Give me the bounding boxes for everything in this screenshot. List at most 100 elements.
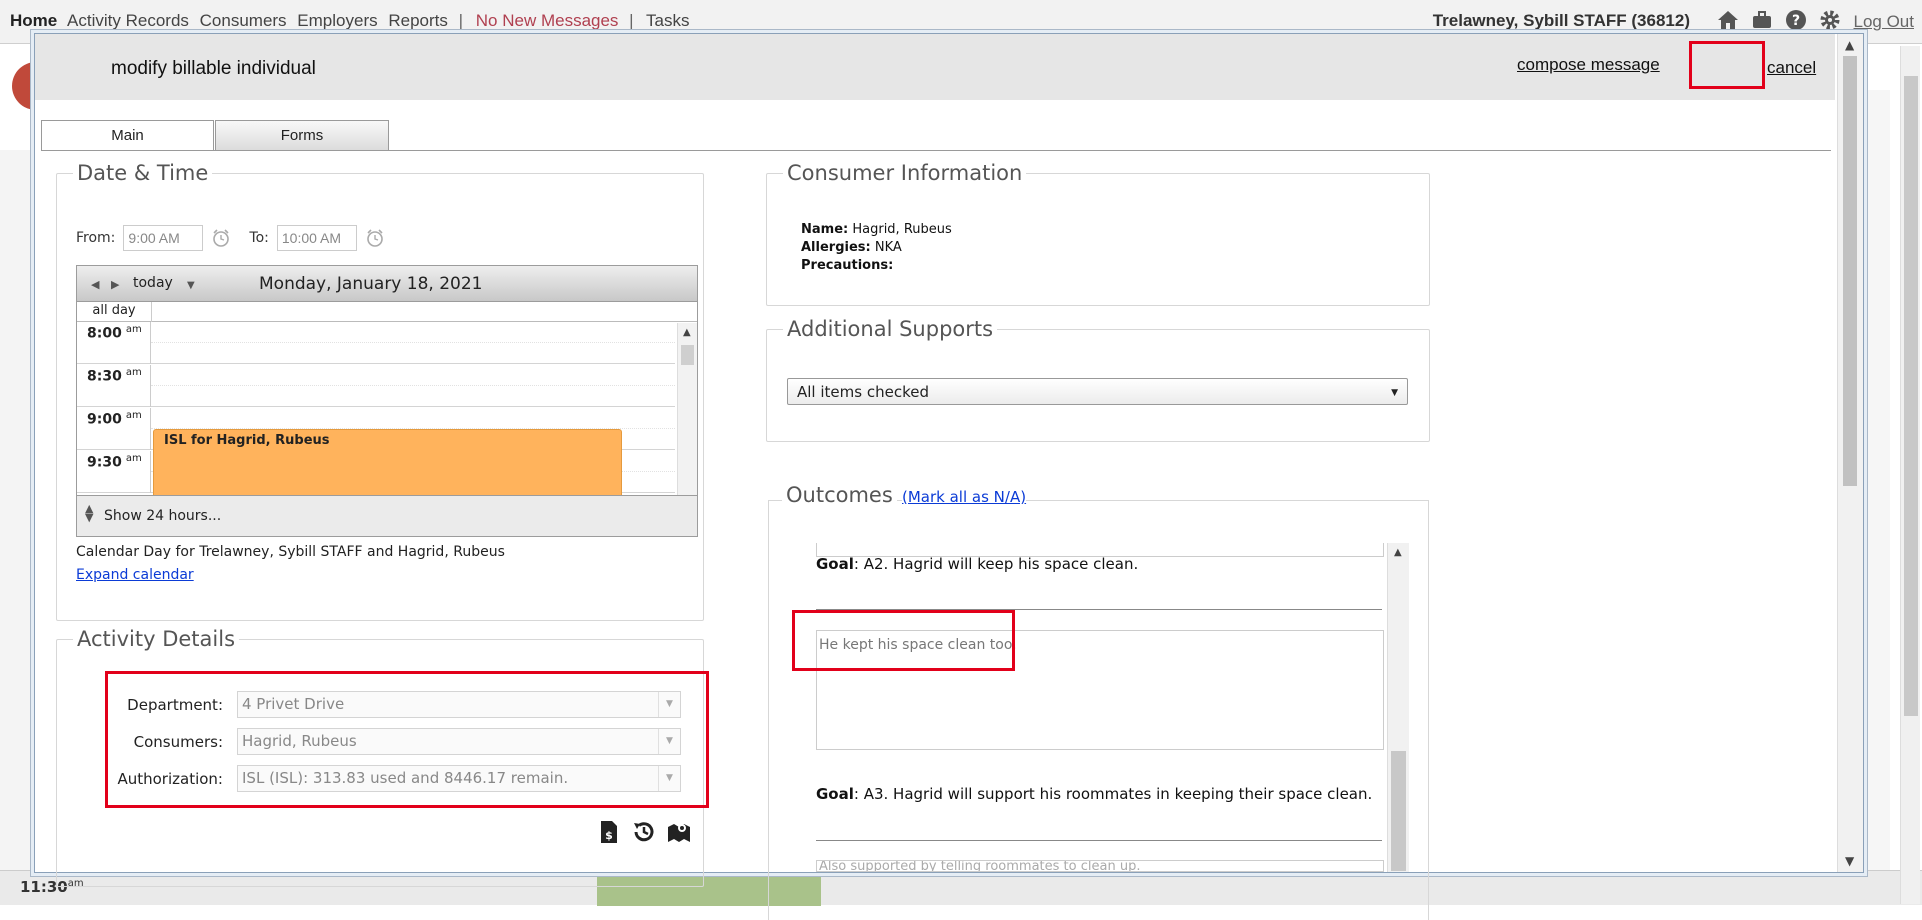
calendar-scrollbar[interactable]: ▲ ▼	[677, 323, 697, 509]
activity-tool-icons: $	[596, 819, 692, 845]
nav-home-link[interactable]: Home	[10, 11, 57, 30]
slot-half-line	[151, 342, 675, 343]
goal-a3-text: Goal: A3. Hagrid will support his roomma…	[816, 785, 1373, 803]
svg-text:?: ?	[1792, 13, 1800, 29]
expand-calendar-link[interactable]: Expand calendar	[76, 567, 194, 583]
department-select[interactable]: 4 Privet Drive ▼	[237, 691, 681, 718]
nav-employers-link[interactable]: Employers	[297, 11, 377, 30]
tab-main[interactable]: Main	[41, 120, 214, 151]
calendar-scrollbar-thumb[interactable]	[681, 345, 694, 365]
outcomes-scrollbar[interactable]: ▲	[1387, 543, 1409, 872]
to-time-input[interactable]	[276, 225, 357, 251]
dialog-header: modify billable individual compose messa…	[35, 34, 1835, 100]
chevron-down-icon: ▼	[658, 766, 680, 791]
time-range-row: From: To:	[76, 225, 385, 251]
current-user-label: Trelawney, Sybill STAFF (36812)	[1432, 11, 1690, 30]
tab-forms[interactable]: Forms	[215, 120, 389, 151]
clock-icon[interactable]	[365, 228, 385, 248]
all-day-row: all day	[77, 302, 697, 322]
calendar-header: ◀ ▶ today ▼ Monday, January 18, 2021	[77, 266, 697, 302]
cancel-link[interactable]: cancel	[1767, 58, 1816, 78]
next-day-icon[interactable]: ▶	[111, 278, 119, 291]
chevron-down-icon: ▼	[1391, 388, 1398, 398]
highlight-box	[1689, 41, 1765, 89]
chevron-up-icon[interactable]: ▲	[683, 327, 691, 338]
consumer-precautions: Precautions:	[801, 258, 894, 273]
time-slot[interactable]: 8:00 am	[77, 322, 675, 364]
time-slot[interactable]: 8:30 am	[77, 365, 675, 407]
tab-divider	[41, 150, 1831, 151]
department-label: Department:	[127, 695, 223, 714]
all-day-divider	[151, 302, 152, 322]
nav-activity-records-link[interactable]: Activity Records	[67, 11, 189, 30]
scroll-up-icon[interactable]: ▲	[1845, 38, 1854, 52]
toolbar-icons: ?	[1716, 8, 1842, 32]
department-row: Department: 4 Privet Drive ▼	[95, 691, 681, 718]
nav-tasks-link[interactable]: Tasks	[646, 11, 689, 30]
history-icon[interactable]	[631, 819, 657, 845]
time-slots: 8:00 am 8:30 am 9:00 am 9:30 am ISL for Hagr…	[77, 322, 697, 508]
background-time-column	[0, 150, 36, 900]
date-time-legend: Date & Time	[77, 161, 209, 185]
all-day-label: all day	[92, 303, 136, 318]
slot-time-label: 8:00 am	[77, 322, 151, 364]
home-icon[interactable]	[1716, 8, 1740, 32]
nav-reports-link[interactable]: Reports	[388, 11, 448, 30]
slot-half-line	[151, 385, 675, 386]
scroll-down-icon[interactable]: ▼	[1845, 854, 1854, 868]
dialog-tabs: Main Forms	[41, 120, 389, 151]
expand-hours-icon: ▲ ▼	[85, 502, 94, 524]
logout-link[interactable]: Log Out	[1854, 12, 1915, 32]
main-nav: Home Activity Records Consumers Employer…	[10, 11, 695, 31]
nav-separator: |	[629, 11, 634, 30]
slot-time-label: 8:30 am	[77, 365, 151, 407]
modify-billable-dialog: modify billable individual compose messa…	[34, 33, 1864, 920]
compose-message-link[interactable]: compose message	[1517, 55, 1660, 75]
map-icon[interactable]	[666, 819, 692, 845]
nav-separator: |	[458, 11, 464, 30]
briefcase-icon[interactable]	[1750, 8, 1774, 32]
goal-a3-note-textarea[interactable]: Also supported by telling roommates to c…	[816, 860, 1384, 872]
consumer-name: Name: Hagrid, Rubeus	[801, 222, 952, 237]
dialog-scrollbar[interactable]: ▲ ▼	[1837, 34, 1863, 872]
outcomes-scrollbar-thumb[interactable]	[1391, 751, 1406, 871]
consumer-info-legend: Consumer Information	[787, 161, 1023, 185]
consumers-label: Consumers:	[133, 732, 223, 751]
slot-time-label: 9:30 am	[77, 451, 151, 493]
authorization-select[interactable]: ISL (ISL): 313.83 used and 8446.17 remai…	[237, 765, 681, 792]
mark-all-na-link[interactable]: (Mark all as N/A)	[902, 488, 1027, 506]
goal-divider	[816, 840, 1382, 841]
additional-supports-select[interactable]: All items checked ▼	[787, 378, 1408, 405]
calendar-caption: Calendar Day for Trelawney, Sybill STAFF…	[76, 544, 505, 560]
slot-time-label: 9:00 am	[77, 408, 151, 450]
show-24-hours-button[interactable]: Show 24 hours...	[104, 508, 221, 524]
authorization-row: Authorization: ISL (ISL): 313.83 used an…	[95, 765, 681, 792]
calendar-footer[interactable]: ▲ ▼ Show 24 hours...	[77, 495, 697, 536]
svg-text:$: $	[605, 829, 613, 842]
billing-document-icon[interactable]: $	[596, 819, 622, 845]
help-icon[interactable]: ?	[1784, 8, 1808, 32]
today-button[interactable]: today	[133, 275, 173, 291]
dialog-scrollbar-thumb[interactable]	[1843, 56, 1857, 486]
chevron-up-icon[interactable]: ▲	[1394, 547, 1402, 558]
page-scrollbar[interactable]	[1900, 46, 1920, 904]
from-label: From:	[76, 230, 116, 246]
outcomes-legend: Outcomes	[782, 483, 897, 507]
consumers-select[interactable]: Hagrid, Rubeus ▼	[237, 728, 681, 755]
from-time-input[interactable]	[123, 225, 204, 251]
goal-a2-text: Goal: A2. Hagrid will keep his space cle…	[816, 555, 1139, 573]
gear-icon[interactable]	[1818, 8, 1842, 32]
nav-messages-link[interactable]: No New Messages	[476, 11, 619, 30]
consumers-row: Consumers: Hagrid, Rubeus ▼	[95, 728, 681, 755]
clock-icon[interactable]	[211, 228, 231, 248]
page-scrollbar-thumb[interactable]	[1904, 76, 1918, 716]
dialog-title: modify billable individual	[111, 58, 316, 79]
authorization-label: Authorization:	[117, 769, 223, 788]
chevron-down-icon: ▼	[658, 692, 680, 717]
additional-supports-legend: Additional Supports	[787, 317, 994, 341]
prev-day-icon[interactable]: ◀	[91, 278, 99, 291]
chevron-down-icon: ▼	[658, 729, 680, 754]
chevron-down-icon[interactable]: ▼	[187, 280, 195, 291]
nav-consumers-link[interactable]: Consumers	[200, 11, 287, 30]
to-label: To:	[249, 230, 269, 246]
